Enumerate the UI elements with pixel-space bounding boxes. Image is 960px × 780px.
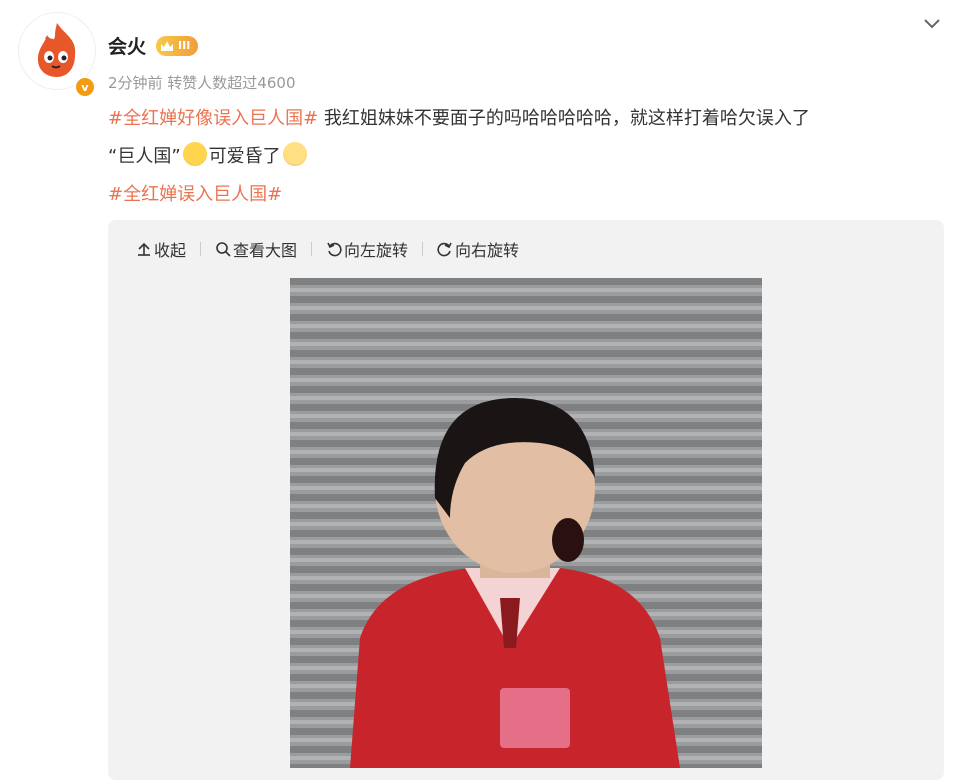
media-toolbar: 收起 查看大图 向左旋转 向右旋转 xyxy=(136,236,519,262)
user-info: 会火 III xyxy=(108,32,199,59)
laugh-cry-emoji-icon xyxy=(182,142,207,166)
post-text-line: 可爱昏了 xyxy=(208,146,281,167)
collapse-label: 收起 xyxy=(154,241,187,260)
post-text-quote: “巨人国” xyxy=(108,146,181,167)
divider xyxy=(422,242,424,256)
rotate-right-label: 向右旋转 xyxy=(455,241,520,260)
divider xyxy=(200,242,202,256)
level-badge[interactable]: III xyxy=(156,35,199,56)
fire-mascot-icon xyxy=(37,23,76,77)
rotate-right-icon xyxy=(437,242,452,257)
post-photo[interactable] xyxy=(290,278,762,768)
post-text-line: 我红姐妹妹不要面子的吗哈哈哈哈哈，就这样打着哈欠误入了 xyxy=(318,108,810,129)
post-meta: 2分钟前 转赞人数超过4600 xyxy=(108,74,296,92)
hashtag-link[interactable]: #全红婵误入巨人国# xyxy=(108,184,282,205)
avatar[interactable]: v xyxy=(18,12,100,98)
view-large-button[interactable]: 查看大图 xyxy=(215,237,297,261)
cute-emoji-icon xyxy=(282,142,307,166)
photo-illustration xyxy=(290,278,762,768)
rotate-right-button[interactable]: 向右旋转 xyxy=(437,237,519,261)
view-large-label: 查看大图 xyxy=(233,241,298,260)
search-icon xyxy=(216,242,231,257)
username-link[interactable]: 会火 xyxy=(108,32,146,59)
hashtag-link[interactable]: #全红婵好像误入巨人国# xyxy=(108,108,318,129)
divider xyxy=(311,242,313,256)
chevron-down-icon xyxy=(924,19,940,29)
post-menu-button[interactable] xyxy=(920,12,944,36)
verified-badge: v xyxy=(74,76,96,98)
post-content: #全红婵好像误入巨人国# 我红姐妹妹不要面子的吗哈哈哈哈哈，就这样打着哈欠误入了… xyxy=(108,100,948,214)
rotate-left-label: 向左旋转 xyxy=(344,241,409,260)
crown-icon xyxy=(161,40,174,51)
arrow-up-icon xyxy=(138,242,150,256)
rotate-left-button[interactable]: 向左旋转 xyxy=(326,237,408,261)
level-badge-label: III xyxy=(178,39,191,52)
collapse-button[interactable]: 收起 xyxy=(136,237,186,261)
rotate-left-icon xyxy=(327,242,342,257)
